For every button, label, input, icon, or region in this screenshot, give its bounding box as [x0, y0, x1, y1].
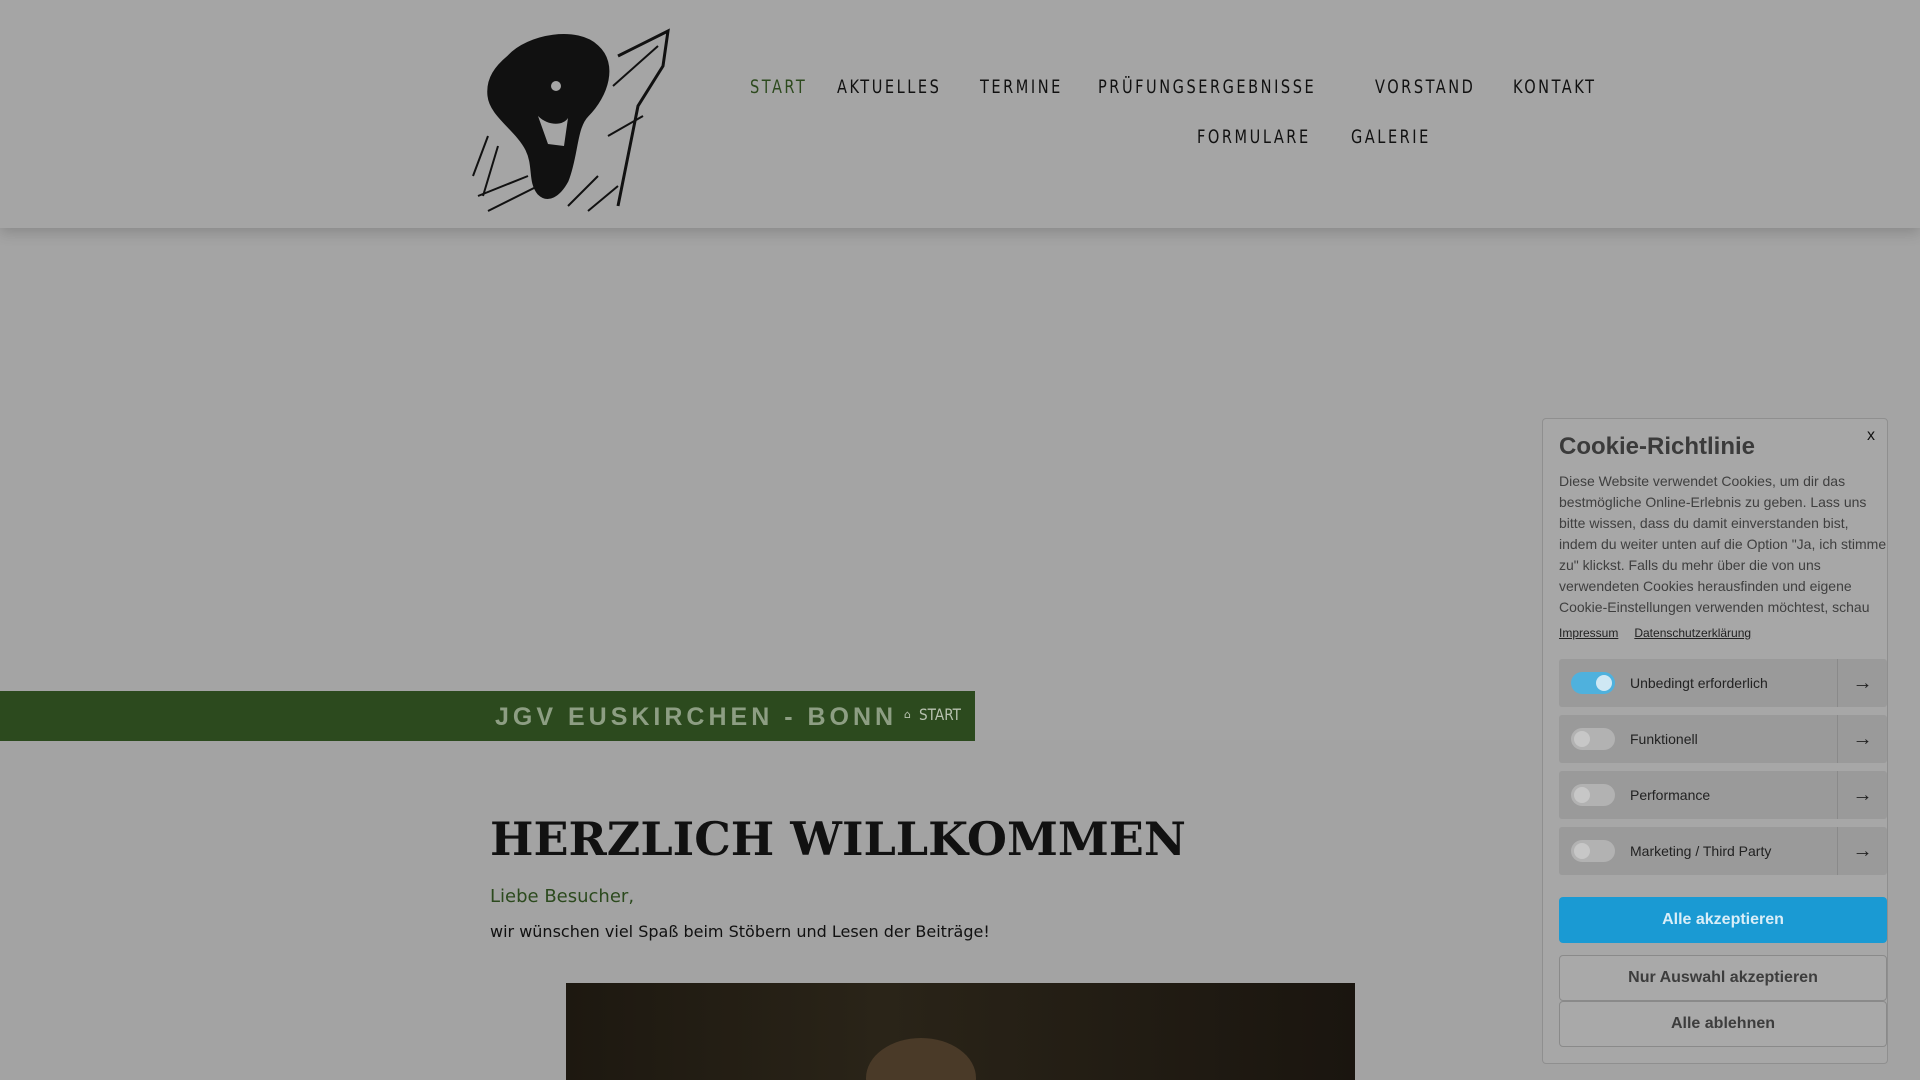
nav-kontakt[interactable]: KONTAKT — [1513, 76, 1596, 98]
main-nav-row-1: START AKTUELLES TERMINE PRÜFUNGSERGEBNIS… — [750, 76, 1611, 98]
nav-start[interactable]: START — [750, 76, 807, 98]
dog-logo-icon — [472, 28, 670, 212]
toggle-required[interactable] — [1571, 672, 1615, 694]
cookie-title: Cookie-Richtlinie — [1559, 433, 1756, 460]
category-label: Marketing / Third Party — [1630, 843, 1772, 859]
category-label: Unbedingt erforderlich — [1630, 675, 1768, 691]
category-label: Funktionell — [1630, 731, 1698, 747]
dog-photo — [566, 983, 1355, 1080]
nav-aktuelles[interactable]: AKTUELLES — [837, 76, 941, 98]
home-icon: ⌂ — [904, 708, 911, 721]
page-title: HERZLICH WILLKOMMEN — [490, 812, 1186, 866]
breadcrumb: ⌂ START — [904, 705, 968, 724]
main-nav-row-2: FORMULARE GALERIE — [1197, 126, 1445, 148]
breadcrumb-start[interactable]: START — [919, 705, 961, 724]
cookie-text: Diese Website verwendet Cookies, um dir … — [1559, 473, 1887, 615]
nav-termine[interactable]: TERMINE — [980, 76, 1063, 98]
toggle-performance[interactable] — [1571, 784, 1615, 806]
datenschutz-link[interactable]: Datenschutzerklärung — [1634, 626, 1751, 640]
nav-vorstand[interactable]: VORSTAND — [1375, 76, 1475, 98]
logo[interactable] — [468, 26, 678, 216]
cookie-links: Impressum Datenschutzerklärung — [1559, 626, 1751, 640]
cookie-category-required: Unbedingt erforderlich → — [1559, 659, 1887, 707]
arrow-right-icon[interactable]: → — [1837, 827, 1887, 875]
site-name: JGV EUSKIRCHEN - BONN — [495, 703, 898, 731]
close-icon[interactable]: x — [1867, 427, 1875, 445]
cookie-category-performance: Performance → — [1559, 771, 1887, 819]
arrow-right-icon[interactable]: → — [1837, 659, 1887, 707]
cookie-category-marketing: Marketing / Third Party → — [1559, 827, 1887, 875]
toggle-functional[interactable] — [1571, 728, 1615, 750]
impressum-link[interactable]: Impressum — [1559, 626, 1618, 640]
arrow-right-icon[interactable]: → — [1837, 715, 1887, 763]
arrow-right-icon[interactable]: → — [1837, 771, 1887, 819]
reject-all-button[interactable]: Alle ablehnen — [1559, 1001, 1887, 1047]
toggle-marketing[interactable] — [1571, 840, 1615, 862]
nav-formulare[interactable]: FORMULARE — [1197, 126, 1311, 148]
cookie-dialog: x Cookie-Richtlinie Diese Website verwen… — [1542, 418, 1888, 1064]
nav-pruefungsergebnisse[interactable]: PRÜFUNGSERGEBNISSE — [1098, 76, 1316, 98]
nav-galerie[interactable]: GALERIE — [1351, 126, 1431, 148]
intro-text: wir wünschen viel Spaß beim Stöbern und … — [490, 922, 990, 941]
site-header: START AKTUELLES TERMINE PRÜFUNGSERGEBNIS… — [0, 0, 1920, 228]
greeting-text: Liebe Besucher, — [490, 886, 635, 907]
cookie-category-functional: Funktionell → — [1559, 715, 1887, 763]
accept-all-button[interactable]: Alle akzeptieren — [1559, 897, 1887, 943]
accept-selection-button[interactable]: Nur Auswahl akzeptieren — [1559, 955, 1887, 1001]
category-label: Performance — [1630, 787, 1711, 803]
